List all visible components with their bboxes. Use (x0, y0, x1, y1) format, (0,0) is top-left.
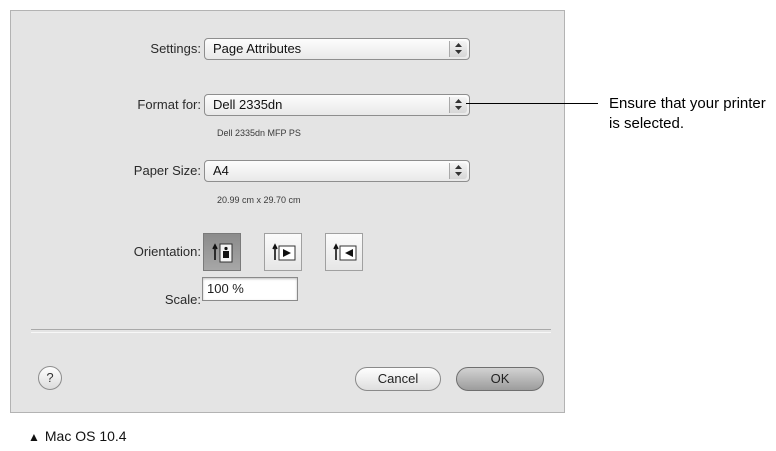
page-setup-dialog: Settings: Page Attributes Format for: De… (10, 10, 565, 413)
caption-text: Mac OS 10.4 (44, 428, 127, 444)
help-icon: ? (46, 370, 54, 385)
format-for-popup[interactable]: Dell 2335dn (204, 94, 470, 116)
separator (31, 329, 551, 333)
callout-line (466, 103, 598, 104)
up-down-arrows-icon (449, 97, 467, 113)
paper-dimensions: 20.99 cm x 29.70 cm (217, 195, 301, 205)
portrait-orientation-icon (212, 243, 233, 263)
paper-size-label: Paper Size: (133, 163, 201, 178)
triangle-icon: ▲ (28, 430, 40, 444)
settings-popup[interactable]: Page Attributes (204, 38, 470, 60)
settings-value: Page Attributes (213, 41, 302, 56)
ok-button[interactable]: OK (456, 367, 544, 391)
callout-text: Ensure that your printer is selected. (609, 95, 766, 132)
cancel-button[interactable]: Cancel (355, 367, 441, 391)
format-for-value: Dell 2335dn (213, 97, 283, 112)
orientation-landscape-left-button[interactable] (264, 233, 302, 271)
landscape-right-orientation-icon (333, 243, 357, 261)
orientation-label: Orientation: (133, 244, 201, 259)
orientation-portrait-button[interactable] (203, 233, 241, 271)
scale-label: Scale: (164, 292, 201, 307)
up-down-arrows-icon (449, 41, 467, 57)
settings-label: Settings: (150, 41, 201, 56)
os-caption: ▲ Mac OS 10.4 (28, 428, 127, 444)
landscape-left-orientation-icon (272, 243, 296, 261)
help-button[interactable]: ? (38, 366, 62, 390)
format-for-label: Format for: (137, 97, 201, 112)
paper-size-popup[interactable]: A4 (204, 160, 470, 182)
printer-description: Dell 2335dn MFP PS (217, 128, 301, 138)
up-down-arrows-icon (449, 163, 467, 179)
paper-size-value: A4 (213, 163, 229, 178)
orientation-landscape-right-button[interactable] (325, 233, 363, 271)
scale-input[interactable]: 100 % (202, 277, 298, 301)
